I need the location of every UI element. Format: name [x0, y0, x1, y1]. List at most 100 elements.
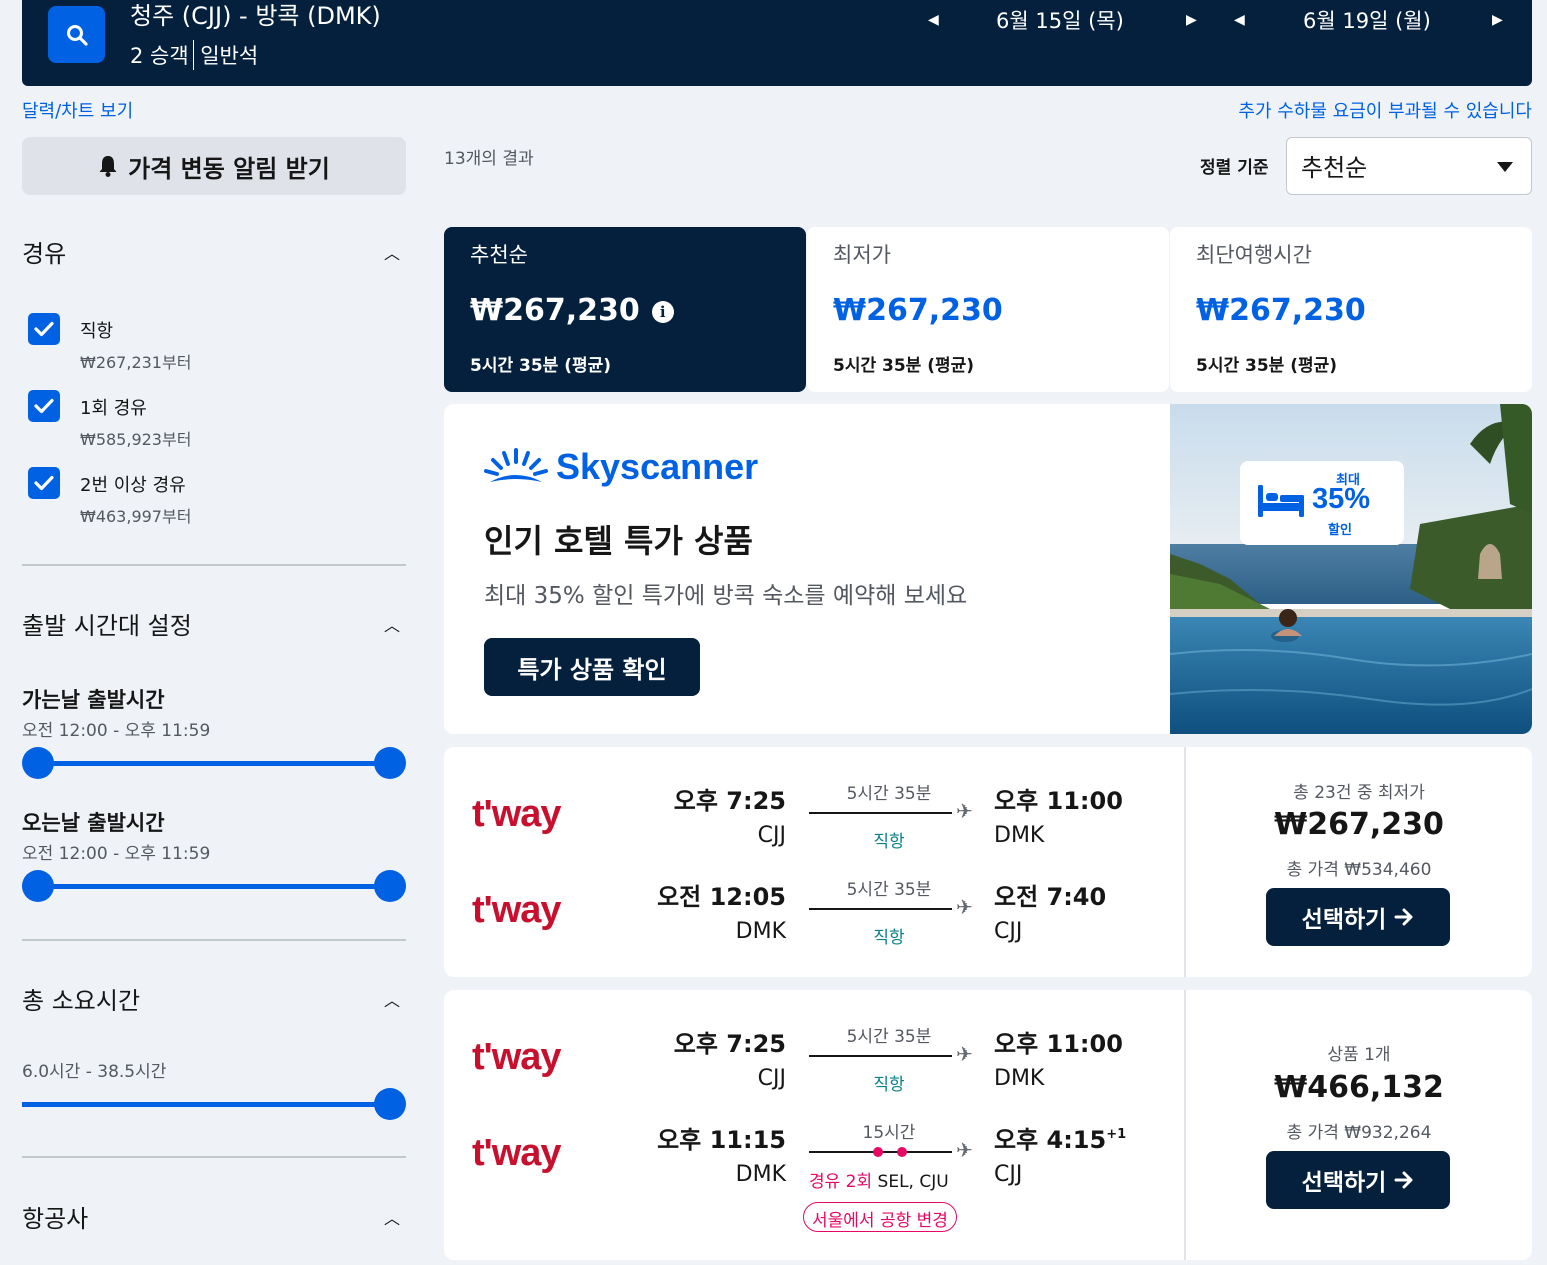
view-deals-button[interactable]: 특가 상품 확인	[484, 638, 700, 696]
brand-name: Skyscanner	[556, 446, 759, 487]
return-slider-max-handle[interactable]	[374, 870, 406, 902]
divider	[22, 564, 406, 566]
hotel-deal-banner[interactable]: Skyscanner 인기 호텔 특가 상품 최대 35% 할인 특가에 방콕 …	[444, 404, 1532, 734]
arrival-time: 오후 11:00	[994, 1030, 1123, 1058]
tab-price: ₩267,230	[833, 293, 1003, 328]
check-icon	[34, 321, 54, 337]
flight-line	[809, 812, 952, 814]
arrival-time-row: 오후 4:15+1	[994, 1120, 1126, 1155]
arrival-time: 오후 11:00	[994, 787, 1123, 815]
stops-info: 직항	[873, 832, 905, 852]
select-button[interactable]: 선택하기	[1266, 888, 1450, 946]
bed-icon	[1258, 485, 1304, 517]
departure-airport: DMK	[735, 919, 786, 944]
airline-logo: t'way	[472, 889, 562, 931]
pool-photo	[1170, 404, 1532, 734]
calendar-chart-link[interactable]: 달력/차트 보기	[22, 97, 133, 123]
ad-description: 최대 35% 할인 특가에 방콕 숙소를 예약해 보세요	[484, 583, 968, 609]
next-depart-date-icon[interactable]: ▶	[1186, 12, 1197, 28]
airline-logo: t'way	[472, 793, 562, 835]
departure-airport: DMK	[735, 1162, 786, 1187]
plane-icon: ✈	[956, 1138, 973, 1162]
outbound-time-range: 오전 12:00 - 오후 11:59	[22, 721, 211, 741]
flight-duration: 5시간 35분	[846, 784, 932, 804]
tab-cheapest[interactable]: 최저가 ₩267,230 5시간 35분 (평균)	[807, 227, 1169, 392]
search-icon	[66, 24, 88, 46]
chevron-up-icon[interactable]: ︿	[384, 612, 400, 636]
return-slider-min-handle[interactable]	[22, 870, 54, 902]
outbound-slider-track[interactable]	[38, 761, 390, 766]
flight-duration: 15시간	[862, 1123, 916, 1143]
checkbox-two-plus-stops[interactable]	[28, 467, 60, 499]
sort-label: 정렬 기준	[1200, 158, 1269, 178]
depart-date[interactable]: 6월 15일 (목)	[996, 5, 1124, 35]
stop-dot	[873, 1147, 883, 1157]
chevron-up-icon[interactable]: ︿	[384, 240, 400, 264]
flight-result-card[interactable]: t'way 오후 7:25 CJJ 5시간 35분 ✈ 직항 오후 11:00 …	[444, 747, 1532, 977]
tab-price-row: ₩267,230 i	[470, 293, 674, 328]
checkbox-one-stop[interactable]	[28, 390, 60, 422]
sort-value: 추천순	[1301, 154, 1368, 182]
divider	[22, 1156, 406, 1158]
tab-fastest[interactable]: 최단여행시간 ₩267,230 5시간 35분 (평균)	[1170, 227, 1532, 392]
info-icon[interactable]: i	[651, 301, 674, 323]
duration-slider-track[interactable]	[22, 1102, 390, 1107]
chevron-up-icon[interactable]: ︿	[384, 1205, 400, 1229]
airline-filter-title[interactable]: 항공사	[22, 1199, 88, 1234]
departure-time: 오후 7:25	[673, 1030, 786, 1058]
select-label: 선택하기	[1301, 1170, 1387, 1196]
select-label: 선택하기	[1301, 907, 1387, 933]
stops-info: 경유 2회 SEL, CJU	[809, 1167, 979, 1192]
chevron-up-icon[interactable]: ︿	[384, 987, 400, 1011]
departure-time: 오전 12:05	[657, 883, 786, 911]
price-alert-label: 가격 변동 알림 받기	[128, 154, 330, 183]
arrival-airport: DMK	[994, 823, 1045, 848]
stops-info: 직항	[873, 1075, 905, 1095]
route-title[interactable]: 청주 (CJJ) - 방콕 (DMK)	[130, 0, 381, 32]
arrival-airport: CJJ	[994, 1162, 1023, 1187]
cabin-class: 일반석	[200, 44, 259, 68]
outbound-slider-min-handle[interactable]	[22, 747, 54, 779]
duration-filter-title[interactable]: 총 소요시간	[22, 981, 140, 1016]
airline-logo: t'way	[472, 1132, 562, 1174]
tab-recommended[interactable]: 추천순 ₩267,230 i 5시간 35분 (평균)	[444, 227, 806, 392]
departure-airport: CJJ	[757, 1066, 786, 1091]
passenger-cabin[interactable]: 2 승객 일반석	[130, 40, 258, 70]
tab-label: 최저가	[833, 243, 891, 267]
sunrise-icon	[484, 448, 548, 482]
next-day-indicator: +1	[1106, 1127, 1127, 1142]
prev-return-date-icon[interactable]: ◀	[1234, 12, 1245, 28]
flight-line	[809, 1055, 952, 1057]
flight-result-card[interactable]: t'way 오후 7:25 CJJ 5시간 35분 ✈ 직항 오후 11:00 …	[444, 990, 1532, 1260]
checkbox-direct[interactable]	[28, 313, 60, 345]
price-per-person: ₩466,132	[1274, 1070, 1444, 1105]
stop-option-label: 직항	[80, 321, 114, 342]
return-date[interactable]: 6월 19일 (월)	[1303, 5, 1431, 35]
flight-line	[809, 908, 952, 910]
result-count: 13개의 결과	[444, 149, 534, 169]
baggage-fee-link[interactable]: 추가 수하물 요금이 부과될 수 있습니다	[1238, 97, 1532, 123]
tab-price: ₩267,230	[1196, 293, 1366, 328]
next-return-date-icon[interactable]: ▶	[1492, 12, 1503, 28]
return-slider-track[interactable]	[38, 884, 390, 889]
caret-down-icon	[1497, 162, 1513, 172]
search-header: 청주 (CJJ) - 방콕 (DMK) 2 승객 일반석 ◀ 6월 15일 (목…	[22, 0, 1532, 86]
flight-duration: 5시간 35분	[846, 1027, 932, 1047]
total-price: 총 가격 ₩932,264	[1286, 1123, 1432, 1143]
duration-slider-handle[interactable]	[374, 1088, 406, 1120]
price-per-person: ₩267,230	[1274, 807, 1444, 842]
return-time-range: 오전 12:00 - 오후 11:59	[22, 844, 211, 864]
select-button[interactable]: 선택하기	[1266, 1151, 1450, 1209]
tab-label: 추천순	[470, 243, 528, 267]
prev-depart-date-icon[interactable]: ◀	[928, 12, 939, 28]
price-alert-button[interactable]: 가격 변동 알림 받기	[22, 137, 406, 195]
stops-filter-title[interactable]: 경유	[22, 234, 66, 269]
arrow-right-icon	[1394, 1171, 1413, 1189]
search-button[interactable]	[48, 6, 105, 63]
tab-price: ₩267,230	[470, 293, 640, 328]
sort-select[interactable]: 추천순	[1286, 137, 1532, 195]
ad-title: 인기 호텔 특가 상품	[484, 522, 753, 560]
stops-info: 직항	[873, 928, 905, 948]
outbound-slider-max-handle[interactable]	[374, 747, 406, 779]
departure-time-filter-title[interactable]: 출발 시간대 설정	[22, 606, 192, 641]
